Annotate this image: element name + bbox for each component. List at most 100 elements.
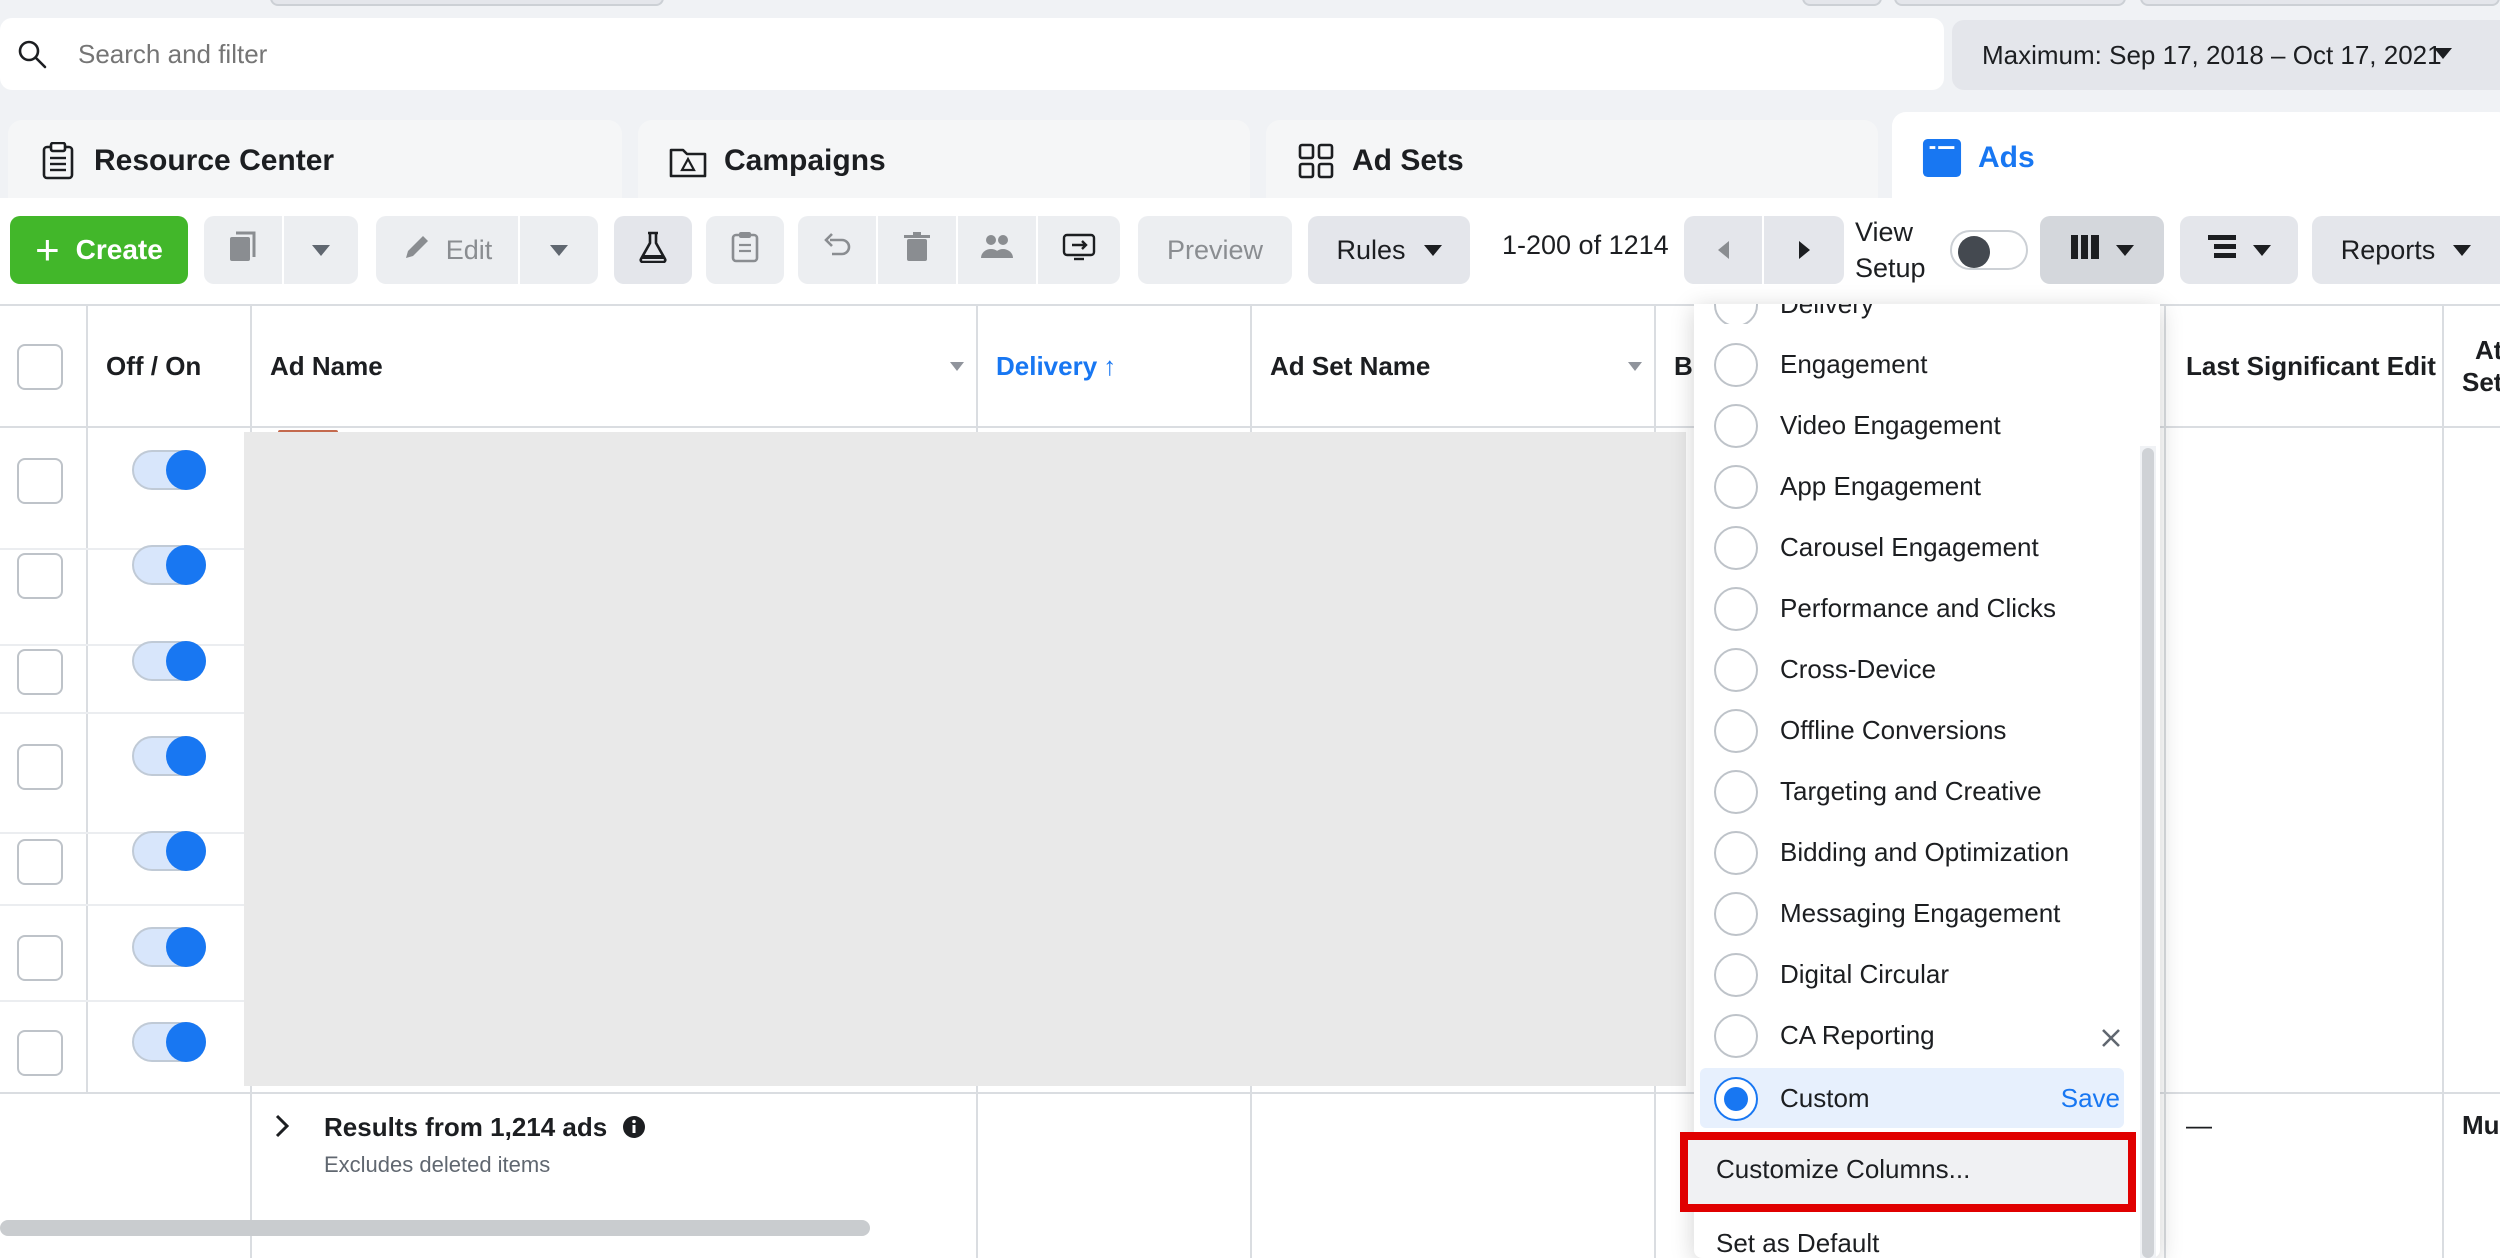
row-checkbox[interactable] <box>17 649 63 695</box>
row-checkbox[interactable] <box>17 839 63 885</box>
export-button[interactable] <box>1038 216 1120 284</box>
column-preset-delivery[interactable]: Delivery <box>1714 304 2124 324</box>
paste-button[interactable] <box>706 216 784 284</box>
radio-button[interactable] <box>1714 464 1758 509</box>
top-control[interactable] <box>270 0 664 6</box>
radio-button[interactable] <box>1714 708 1758 753</box>
radio-button[interactable] <box>1714 403 1758 448</box>
tab-ad-sets[interactable]: Ad Sets <box>1266 120 1878 202</box>
column-preset-carousel-engagement[interactable]: Carousel Engagement <box>1714 517 2124 578</box>
radio-button[interactable] <box>1714 891 1758 936</box>
divider <box>86 304 88 1092</box>
undo-button[interactable] <box>798 216 876 284</box>
radio-button[interactable] <box>1714 525 1758 570</box>
column-header-last-edit[interactable]: Last Significant Edit <box>2186 306 2436 426</box>
radio-button[interactable] <box>1714 342 1758 387</box>
radio-button[interactable] <box>1714 1013 1758 1058</box>
preset-label: Video Engagement <box>1780 410 2001 440</box>
reports-button[interactable]: Reports <box>2312 216 2500 284</box>
breakdown-button[interactable] <box>2180 216 2298 284</box>
delete-button[interactable] <box>878 216 956 284</box>
set-as-default-button[interactable]: Set as Default <box>1716 1228 1879 1258</box>
column-preset-offline-conversions[interactable]: Offline Conversions <box>1714 700 2124 761</box>
radio-button[interactable] <box>1714 304 1758 324</box>
edit-dropdown-button[interactable] <box>520 216 598 284</box>
top-control[interactable] <box>2140 0 2500 6</box>
horizontal-scrollbar[interactable] <box>0 1220 870 1236</box>
column-header-ad-name[interactable]: Ad Name <box>270 306 964 426</box>
row-checkbox[interactable] <box>17 1030 63 1076</box>
radio-button[interactable] <box>1714 1076 1758 1121</box>
create-button[interactable]: + Create <box>10 216 188 284</box>
results-summary-label: Results from 1,214 ads <box>324 1112 608 1142</box>
date-range-picker[interactable]: Maximum: Sep 17, 2018 – Oct 17, 2021 <box>1952 20 2500 90</box>
search-input[interactable] <box>78 38 1778 70</box>
preset-label: Carousel Engagement <box>1780 532 2039 562</box>
tab-campaigns[interactable]: Campaigns <box>638 120 1250 202</box>
row-checkbox[interactable] <box>17 553 63 599</box>
chevron-down-icon <box>2116 244 2134 256</box>
duplicate-button[interactable] <box>204 216 282 284</box>
sort-ascending-icon: ↑ <box>1103 350 1117 381</box>
column-header-delivery[interactable]: Delivery ↑ <box>996 306 1116 426</box>
tab-label: Resource Center <box>94 144 335 177</box>
row-checkbox[interactable] <box>17 744 63 790</box>
toggle-knob <box>166 736 206 776</box>
select-all-checkbox[interactable] <box>17 344 63 390</box>
previous-page-button[interactable] <box>1684 216 1762 284</box>
rules-button[interactable]: Rules <box>1308 216 1470 284</box>
column-preset-custom[interactable]: Custom Save <box>1714 1068 2124 1129</box>
top-control[interactable] <box>1802 0 1882 6</box>
column-header-label: At <box>2475 335 2500 365</box>
divider <box>0 1000 250 1002</box>
columns-button[interactable] <box>2040 216 2164 284</box>
info-icon[interactable] <box>622 1115 646 1146</box>
ad-window-icon <box>1922 138 1962 178</box>
dropdown-scrollbar[interactable] <box>2142 448 2154 1258</box>
duplicate-dropdown-button[interactable] <box>284 216 358 284</box>
radio-button[interactable] <box>1714 830 1758 875</box>
column-header-ad-set-name[interactable]: Ad Set Name <box>1270 306 1642 426</box>
column-header-off-on[interactable]: Off / On <box>106 306 201 426</box>
radio-button[interactable] <box>1714 586 1758 631</box>
tab-resource-center[interactable]: Resource Center <box>8 120 622 202</box>
next-page-button[interactable] <box>1764 216 1844 284</box>
column-preset-engagement[interactable]: Engagement <box>1714 334 2124 395</box>
top-control[interactable] <box>1894 0 2126 6</box>
redacted-rows <box>244 432 1686 1086</box>
column-header-b[interactable]: B <box>1674 306 1693 426</box>
preset-label: Cross-Device <box>1780 654 1937 684</box>
tab-label: Ad Sets <box>1352 144 1464 177</box>
row-checkbox[interactable] <box>17 935 63 981</box>
edit-button[interactable]: Edit <box>376 216 518 284</box>
preview-button[interactable]: Preview <box>1138 216 1292 284</box>
close-icon[interactable] <box>2100 1025 2122 1056</box>
customize-columns-button[interactable]: Customize Columns... <box>1716 1154 1970 1185</box>
row-checkbox[interactable] <box>17 458 63 504</box>
column-preset-bidding-optimization[interactable]: Bidding and Optimization <box>1714 822 2124 883</box>
search-bar[interactable] <box>0 18 1944 90</box>
column-header-label: Set <box>2462 367 2500 397</box>
column-preset-video-engagement[interactable]: Video Engagement <box>1714 395 2124 456</box>
save-preset-link[interactable]: Save <box>2061 1083 2120 1114</box>
radio-button[interactable] <box>1714 769 1758 814</box>
audience-button[interactable] <box>958 216 1036 284</box>
column-preset-app-engagement[interactable]: App Engagement <box>1714 456 2124 517</box>
tab-ads[interactable]: Ads <box>1892 112 2500 204</box>
radio-button[interactable] <box>1714 647 1758 692</box>
column-preset-performance-clicks[interactable]: Performance and Clicks <box>1714 578 2124 639</box>
preset-label: Bidding and Optimization <box>1780 837 2070 867</box>
column-preset-ca-reporting[interactable]: CA Reporting <box>1714 1005 2124 1066</box>
column-header-attribution[interactable]: At Set <box>2462 306 2500 426</box>
toggle-knob <box>1958 236 1990 268</box>
chevron-right-icon[interactable] <box>272 1112 292 1140</box>
column-preset-digital-circular[interactable]: Digital Circular <box>1714 944 2124 1005</box>
column-preset-targeting-creative[interactable]: Targeting and Creative <box>1714 761 2124 822</box>
ab-test-button[interactable] <box>614 216 692 284</box>
column-preset-cross-device[interactable]: Cross-Device <box>1714 639 2124 700</box>
preset-label: Performance and Clicks <box>1780 593 2056 623</box>
radio-button[interactable] <box>1714 952 1758 997</box>
column-preset-messaging-engagement[interactable]: Messaging Engagement <box>1714 883 2124 944</box>
preset-label: Delivery <box>1780 304 1874 319</box>
preset-label: Offline Conversions <box>1780 715 2007 745</box>
